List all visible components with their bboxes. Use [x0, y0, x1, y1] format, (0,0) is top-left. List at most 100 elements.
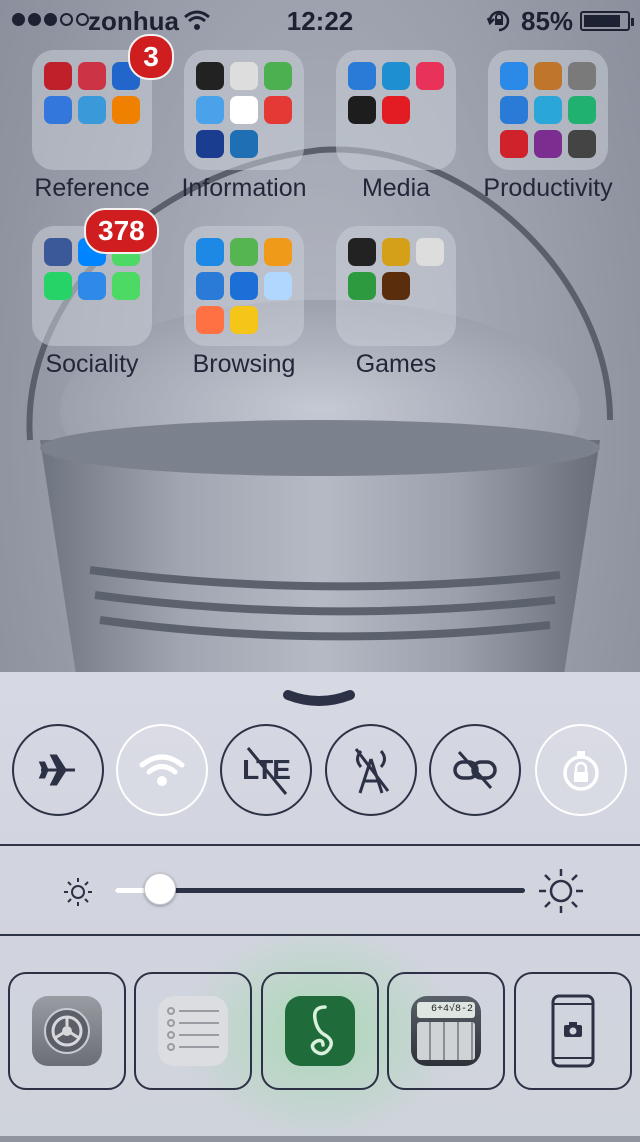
folder-app-grid — [44, 62, 140, 124]
folder-browsing[interactable]: Browsing — [184, 226, 304, 378]
app-icon — [44, 272, 72, 300]
folder-app-grid — [500, 62, 596, 158]
app-icon — [264, 272, 292, 300]
notes-app-icon — [158, 996, 228, 1066]
wifi-toggle[interactable] — [116, 724, 208, 816]
app-icon — [230, 272, 258, 300]
app-icon — [196, 130, 224, 158]
airplane-mode-toggle[interactable] — [12, 724, 104, 816]
app-icon — [264, 62, 292, 90]
app-icon — [196, 272, 224, 300]
notes-shortcut[interactable] — [134, 972, 252, 1090]
app-icon — [534, 130, 562, 158]
app-icon — [500, 96, 528, 124]
app-icon — [78, 62, 106, 90]
app-icon — [112, 272, 140, 300]
settings-app-icon — [32, 996, 102, 1066]
folder-app-grid — [196, 238, 292, 334]
timer-lock-icon — [563, 751, 599, 791]
rotation-lock-status-icon — [486, 10, 510, 32]
music-app-shortcut[interactable] — [261, 972, 379, 1090]
folder-box[interactable] — [488, 50, 608, 170]
folder-productivity[interactable]: Productivity — [483, 50, 613, 202]
app-icon — [230, 62, 258, 90]
link-icon — [453, 751, 497, 789]
app-icon — [534, 62, 562, 90]
app-icon — [348, 62, 376, 90]
list-icon — [167, 1007, 219, 1051]
app-icon — [112, 96, 140, 124]
folder-app-grid — [348, 238, 444, 300]
app-icon — [196, 306, 224, 334]
app-icon — [264, 238, 292, 266]
hotspot-toggle[interactable] — [325, 724, 417, 816]
camera-shortcut[interactable] — [514, 972, 632, 1090]
folder-label: Productivity — [483, 174, 613, 202]
folder-box[interactable] — [184, 50, 304, 170]
app-icon — [230, 306, 258, 334]
swirl-note-icon — [310, 1005, 333, 1056]
app-icon — [568, 130, 596, 158]
brightness-low-icon — [64, 878, 92, 906]
app-icon — [382, 238, 410, 266]
folder-box[interactable] — [184, 226, 304, 346]
calculator-keys — [417, 1022, 475, 1060]
folder-box[interactable] — [336, 50, 456, 170]
strike-icon — [246, 747, 288, 795]
app-icon — [196, 62, 224, 90]
app-icon — [264, 96, 292, 124]
app-icon — [348, 96, 376, 124]
airplane-icon — [38, 754, 75, 786]
app-icon — [416, 238, 444, 266]
app-icon — [44, 62, 72, 90]
battery-percent: 85% — [521, 6, 574, 36]
divider — [0, 844, 640, 846]
folder-box[interactable] — [336, 226, 456, 346]
calculator-shortcut[interactable]: 6+4√8-2 — [387, 972, 505, 1090]
battery-icon — [580, 11, 634, 31]
app-icon — [500, 62, 528, 90]
wifi-icon — [139, 754, 185, 786]
folder-media[interactable]: Media — [336, 50, 456, 202]
music-app-icon — [285, 996, 355, 1066]
divider — [0, 934, 640, 936]
app-icon — [230, 238, 258, 266]
lte-toggle[interactable]: LTE — [220, 724, 312, 816]
notification-badge: 378 — [84, 208, 159, 254]
app-icon — [416, 62, 444, 90]
status-bar: zonhua 12:22 85% — [0, 0, 640, 40]
folder-app-grid — [348, 62, 444, 124]
folder-sociality[interactable]: Sociality 378 — [32, 208, 159, 378]
folder-reference[interactable]: Reference 3 — [32, 34, 174, 202]
folder-information[interactable]: Information — [181, 50, 307, 202]
brightness-high-icon — [539, 869, 583, 913]
app-icon — [382, 62, 410, 90]
calculator-app-icon: 6+4√8-2 — [411, 996, 481, 1066]
antenna-icon — [354, 748, 390, 794]
link-toggle[interactable] — [429, 724, 521, 816]
app-icon — [196, 238, 224, 266]
chevron-down-icon[interactable] — [282, 689, 356, 711]
app-icon — [230, 96, 258, 124]
app-icon — [230, 130, 258, 158]
app-icon — [382, 272, 410, 300]
app-icon — [382, 96, 410, 124]
app-icon — [500, 130, 528, 158]
app-icon — [348, 272, 376, 300]
rotation-lock-toggle[interactable] — [535, 724, 627, 816]
brightness-slider-thumb[interactable] — [144, 873, 177, 905]
folder-games[interactable]: Games — [336, 226, 456, 378]
settings-shortcut[interactable] — [8, 972, 126, 1090]
gear-icon — [44, 1008, 90, 1054]
app-icon — [568, 62, 596, 90]
app-icon — [78, 272, 106, 300]
notification-badge: 3 — [128, 34, 174, 80]
folder-app-grid — [196, 62, 292, 158]
app-icon — [348, 238, 376, 266]
app-icon — [568, 96, 596, 124]
control-center: LTE — [0, 672, 640, 1142]
brightness-slider-track[interactable] — [115, 888, 525, 893]
app-icon — [44, 96, 72, 124]
calculator-display: 6+4√8-2 — [417, 1002, 475, 1018]
app-icon — [196, 96, 224, 124]
